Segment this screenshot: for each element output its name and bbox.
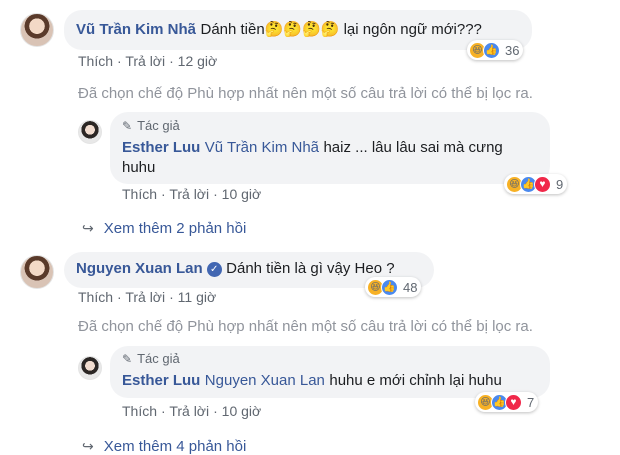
avatar[interactable] <box>78 120 102 144</box>
filter-notice: Đã chọn chế độ Phù hợp nhất nên một số c… <box>78 85 533 102</box>
pen-icon: ✎ <box>122 118 133 133</box>
reactions-summary[interactable]: 😆 👍 ♥ 9 <box>504 174 568 194</box>
like-icon: 👍 <box>381 278 398 296</box>
timestamp[interactable]: 12 giờ <box>178 53 218 69</box>
reply-author[interactable]: Esther Luu <box>122 372 200 389</box>
comment-author[interactable]: Nguyen Xuan Lan <box>76 260 203 277</box>
timestamp[interactable]: 10 giờ <box>222 403 262 419</box>
reply-link[interactable]: Trả lời <box>169 186 209 202</box>
comment-actions: Thích · Trả lời · 12 giờ <box>78 53 218 69</box>
reply-link[interactable]: Trả lời <box>125 289 165 305</box>
like-link[interactable]: Thích <box>78 53 113 69</box>
mention-link[interactable]: Vũ Trần Kim Nhã <box>205 139 319 156</box>
filter-notice: Đã chọn chế độ Phù hợp nhất nên một số c… <box>78 318 533 335</box>
like-link[interactable]: Thích <box>78 289 113 305</box>
reaction-count: 9 <box>556 176 564 192</box>
reply-actions: Thích · Trả lời · 10 giờ <box>122 186 262 202</box>
reply-author[interactable]: Esther Luu <box>122 139 200 156</box>
reactions-summary[interactable]: 😆 👍 48 <box>365 277 422 297</box>
pen-icon: ✎ <box>122 351 133 366</box>
author-badge: ✎ Tác giả <box>122 351 538 366</box>
avatar[interactable] <box>78 356 102 380</box>
avatar[interactable] <box>20 13 54 47</box>
reply-arrow-icon: ↪ <box>82 438 94 454</box>
reaction-count: 36 <box>505 42 520 58</box>
comment-author[interactable]: Vũ Trần Kim Nhã <box>76 21 196 38</box>
reply-text-line1: haiz ... lâu lâu sai mà cưng <box>323 139 503 156</box>
reply-arrow-icon: ↪ <box>82 220 94 236</box>
comment-actions: Thích · Trả lời · 11 giờ <box>78 289 217 305</box>
reply-link[interactable]: Trả lời <box>125 53 165 69</box>
reply-text: huhu e mới chỉnh lại huhu <box>329 372 502 389</box>
author-badge: ✎ Tác giả <box>122 118 538 133</box>
reply-link[interactable]: Trả lời <box>169 403 209 419</box>
reactions-summary[interactable]: 😆 👍 ♥ 7 <box>475 392 539 412</box>
more-replies-label: Xem thêm 2 phản hồi <box>103 220 247 237</box>
love-icon: ♥ <box>505 393 522 411</box>
more-replies-link[interactable]: ↪ Xem thêm 2 phản hồi <box>82 220 246 237</box>
like-icon: 👍 <box>483 41 500 59</box>
comment-bubble: Vũ Trần Kim Nhã Dánh tiền🤔🤔🤔🤔 lại ngôn n… <box>64 10 532 50</box>
comment-text: Dánh tiền🤔🤔🤔🤔 lại ngôn ngữ mới??? <box>200 21 481 38</box>
more-replies-label: Xem thêm 4 phản hồi <box>103 438 247 455</box>
reply-bubble: ✎ Tác giả Esther Luu Vũ Trần Kim Nhã hai… <box>110 112 550 184</box>
mention-link[interactable]: Nguyen Xuan Lan <box>205 372 325 389</box>
reactions-summary[interactable]: 😆 👍 36 <box>467 40 524 60</box>
like-link[interactable]: Thích <box>122 403 157 419</box>
reaction-count: 7 <box>527 394 535 410</box>
comment-text-end: lại ngôn ngữ mới??? <box>343 21 482 38</box>
timestamp[interactable]: 11 giờ <box>178 289 217 305</box>
avatar[interactable] <box>20 255 54 289</box>
author-badge-label: Tác giả <box>137 351 180 366</box>
reply-actions: Thích · Trả lời · 10 giờ <box>122 403 262 419</box>
more-replies-link[interactable]: ↪ Xem thêm 4 phản hồi <box>82 438 246 455</box>
reply-bubble: ✎ Tác giả Esther Luu Nguyen Xuan Lan huh… <box>110 346 550 398</box>
timestamp[interactable]: 10 giờ <box>222 186 262 202</box>
comment-text: Dánh tiền là gì vậy Heo ? <box>226 260 395 277</box>
comment-text-start: Dánh tiền <box>200 21 265 38</box>
author-badge-label: Tác giả <box>137 118 180 133</box>
reaction-count: 48 <box>403 279 418 295</box>
reply-text-line2: huhu <box>122 159 156 176</box>
love-icon: ♥ <box>534 175 551 193</box>
like-link[interactable]: Thích <box>122 186 157 202</box>
thinking-emoji-icon: 🤔🤔🤔🤔 <box>264 21 340 38</box>
verified-badge-icon: ✓ <box>206 262 222 277</box>
